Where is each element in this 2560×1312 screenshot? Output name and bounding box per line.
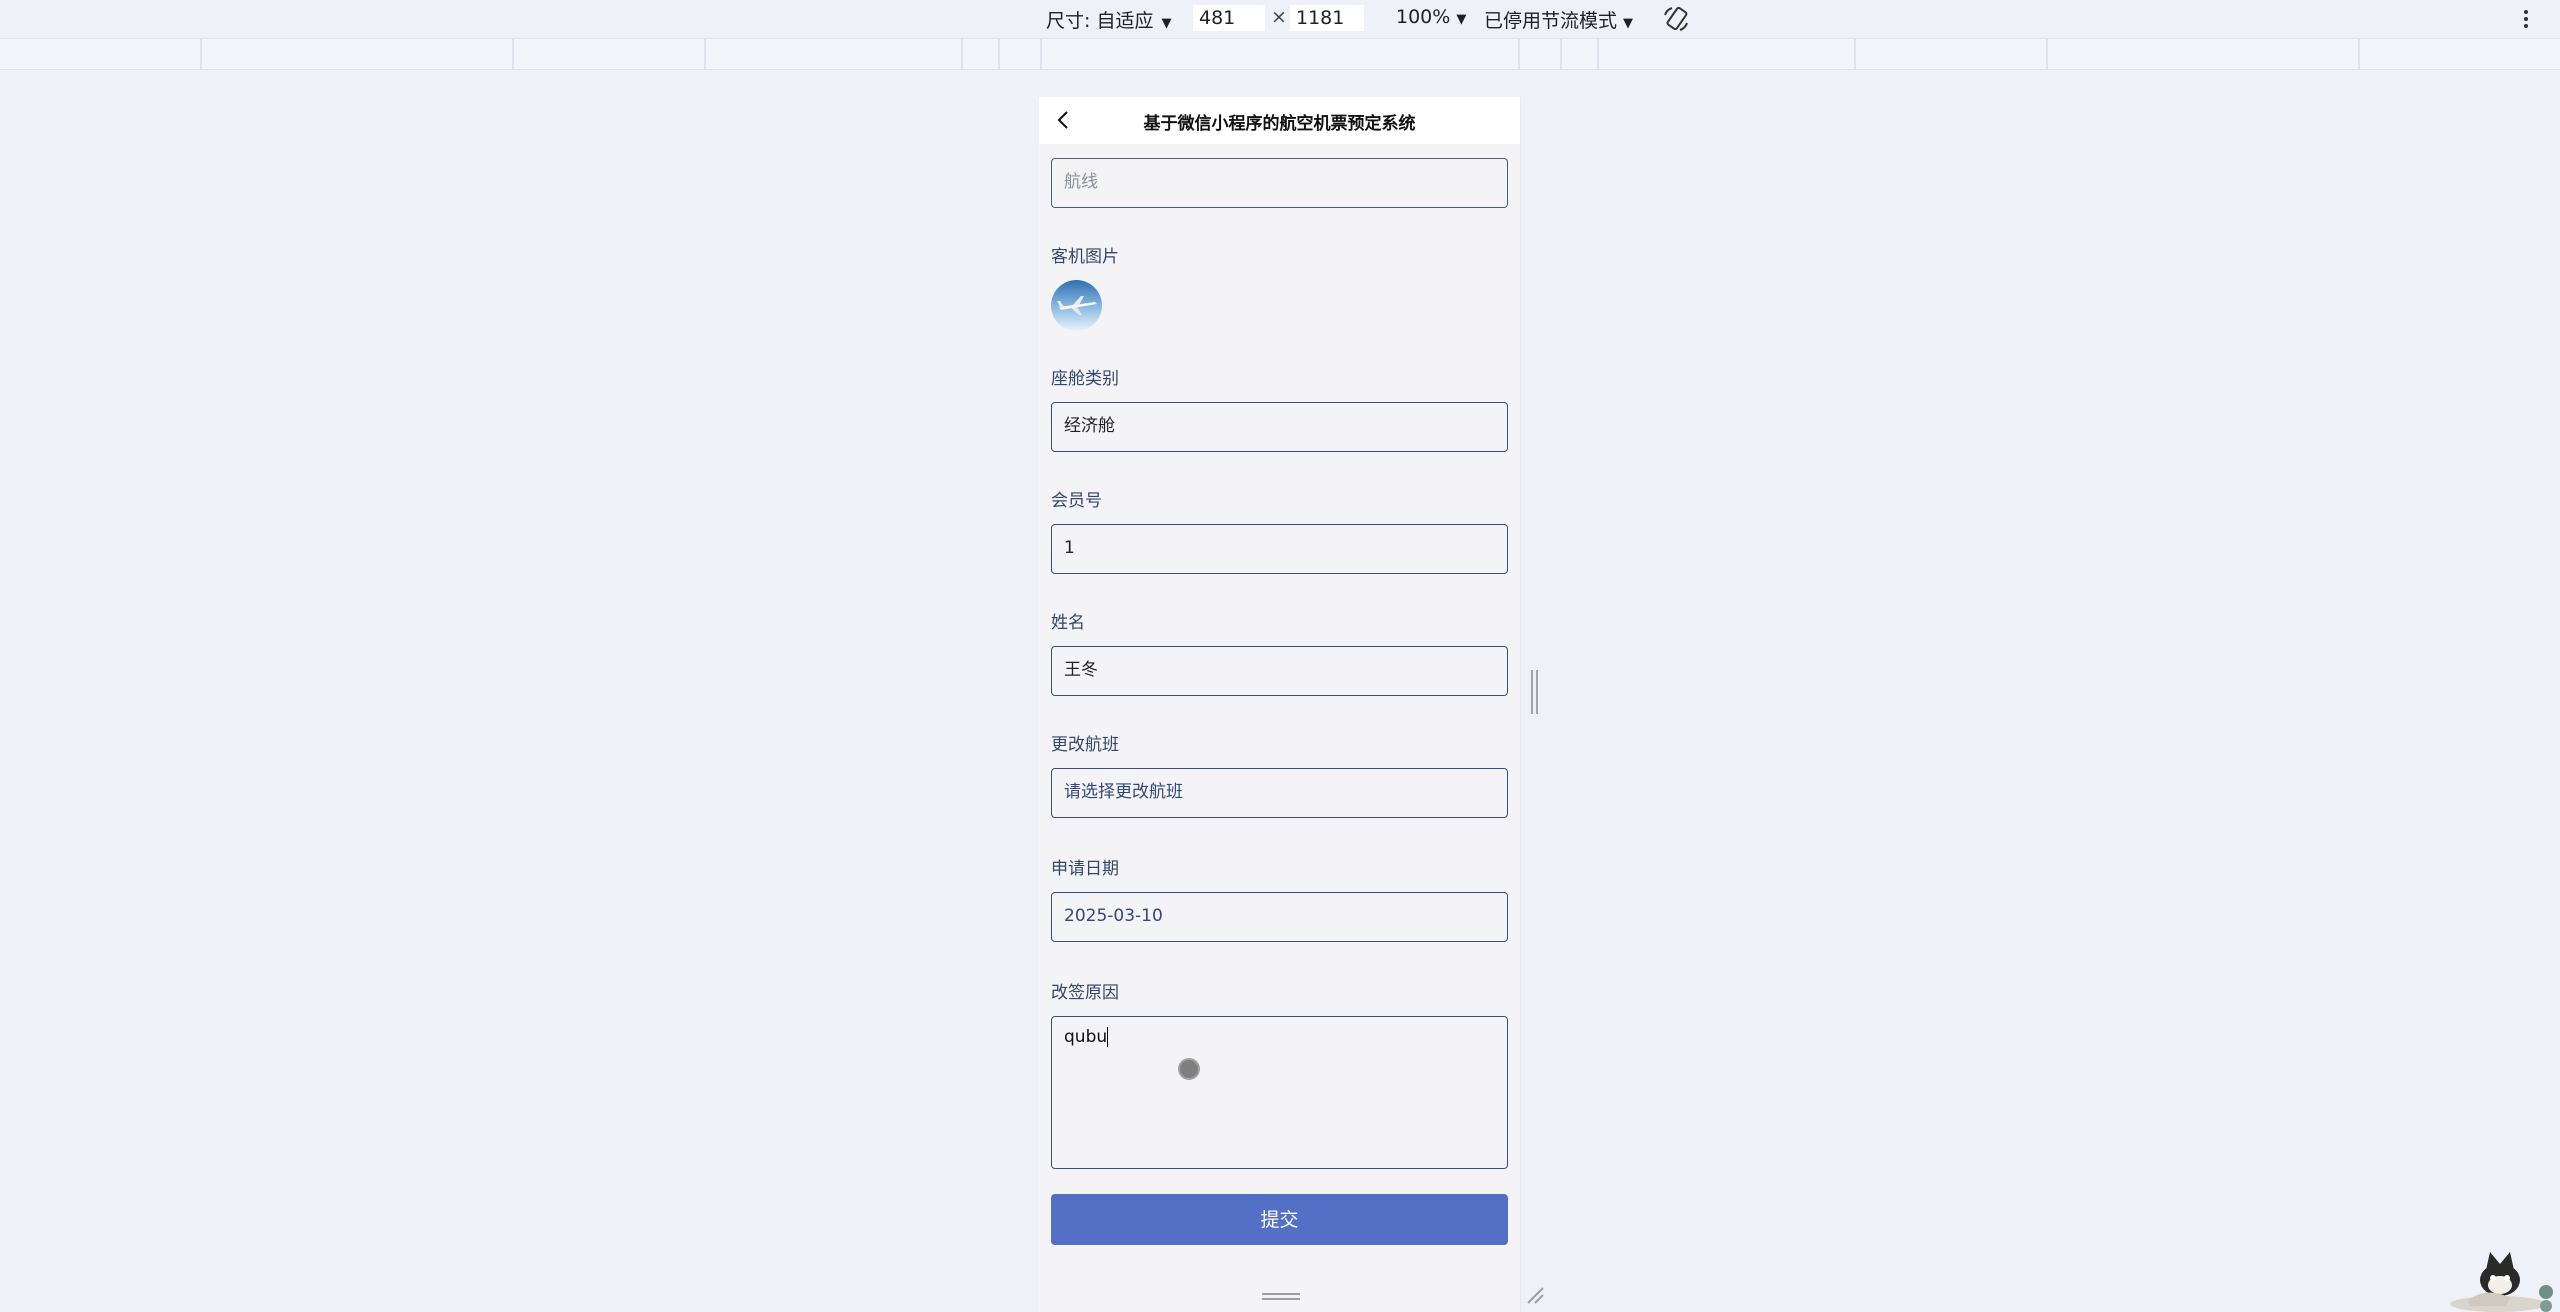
change-flight-label: 更改航班 (1051, 735, 1119, 755)
ruler-tick (1560, 39, 1562, 69)
rotate-icon[interactable] (1660, 3, 1692, 35)
height-input[interactable] (1290, 5, 1364, 31)
cabin-class-input[interactable]: 经济舱 (1051, 402, 1508, 452)
chevron-down-icon: ▼ (1456, 12, 1467, 27)
ruler-tick (2358, 39, 2360, 69)
cat-mascot-icon (2450, 1252, 2553, 1312)
throttle-label: 已停用节流模式 (1484, 10, 1618, 32)
submit-button[interactable]: 提交 (1051, 1194, 1508, 1245)
ruler-tick (704, 39, 706, 69)
member-id-label: 会员号 (1051, 491, 1102, 511)
ruler-tick (998, 39, 1000, 69)
ruler-tick (1518, 39, 1520, 69)
ruler-tick (2046, 39, 2048, 69)
reason-label: 改签原因 (1051, 983, 1119, 1003)
throttle-dropdown[interactable]: 已停用节流模式 ▼ (1484, 6, 1633, 33)
change-flight-picker[interactable]: 请选择更改航班 (1051, 768, 1508, 818)
phone-viewport: 基于微信小程序的航空机票预定系统 航线 客机图片 座舱类别 经济舱 会员号 1 … (1039, 97, 1521, 1312)
name-label: 姓名 (1051, 613, 1085, 633)
zoom-dropdown[interactable]: 100% ▼ (1396, 6, 1466, 28)
apply-date-label: 申请日期 (1051, 859, 1119, 879)
plane-image-label: 客机图片 (1051, 247, 1119, 267)
route-input[interactable]: 航线 (1051, 158, 1508, 208)
device-toolbar: 尺寸: 自适应 ▼ × 100% ▼ 已停用节流模式 ▼ (0, 0, 2560, 38)
reason-text: qubu (1064, 1027, 1108, 1047)
ruler-tick (1597, 39, 1599, 69)
plane-photo-icon (1051, 280, 1102, 331)
touch-cursor-icon (1178, 1058, 1200, 1080)
reason-textarea[interactable]: qubu (1051, 1016, 1508, 1169)
times-separator: × (1271, 6, 1287, 28)
apply-date-picker[interactable]: 2025-03-10 (1051, 892, 1508, 942)
name-input[interactable]: 王冬 (1051, 646, 1508, 696)
page-title: 基于微信小程序的航空机票预定系统 (1143, 114, 1416, 134)
dimensions-label: 尺寸: 自适应 (1046, 10, 1154, 32)
width-input[interactable] (1193, 5, 1265, 31)
ruler-tick (1040, 39, 1042, 69)
more-options-icon[interactable] (2518, 4, 2534, 34)
cabin-class-label: 座舱类别 (1051, 369, 1119, 389)
text-caret (1107, 1027, 1109, 1047)
dimensions-dropdown[interactable]: 尺寸: 自适应 ▼ (1046, 6, 1171, 33)
plane-image[interactable] (1051, 280, 1102, 331)
media-query-ruler (0, 38, 2560, 70)
corner-resize-handle-icon[interactable] (1525, 1285, 1545, 1305)
ruler-tick (1854, 39, 1856, 69)
chevron-down-icon: ▼ (1161, 16, 1172, 31)
bottom-resize-handle-icon[interactable] (1262, 1292, 1300, 1302)
ruler-tick (512, 39, 514, 69)
nav-bar: 基于微信小程序的航空机票预定系统 (1039, 97, 1520, 144)
side-resize-handle-icon[interactable] (1530, 670, 1540, 714)
ruler-tick (961, 39, 963, 69)
ruler-tick (200, 39, 202, 69)
member-id-input[interactable]: 1 (1051, 524, 1508, 574)
chevron-down-icon: ▼ (1623, 16, 1634, 31)
zoom-label: 100% (1396, 6, 1451, 28)
